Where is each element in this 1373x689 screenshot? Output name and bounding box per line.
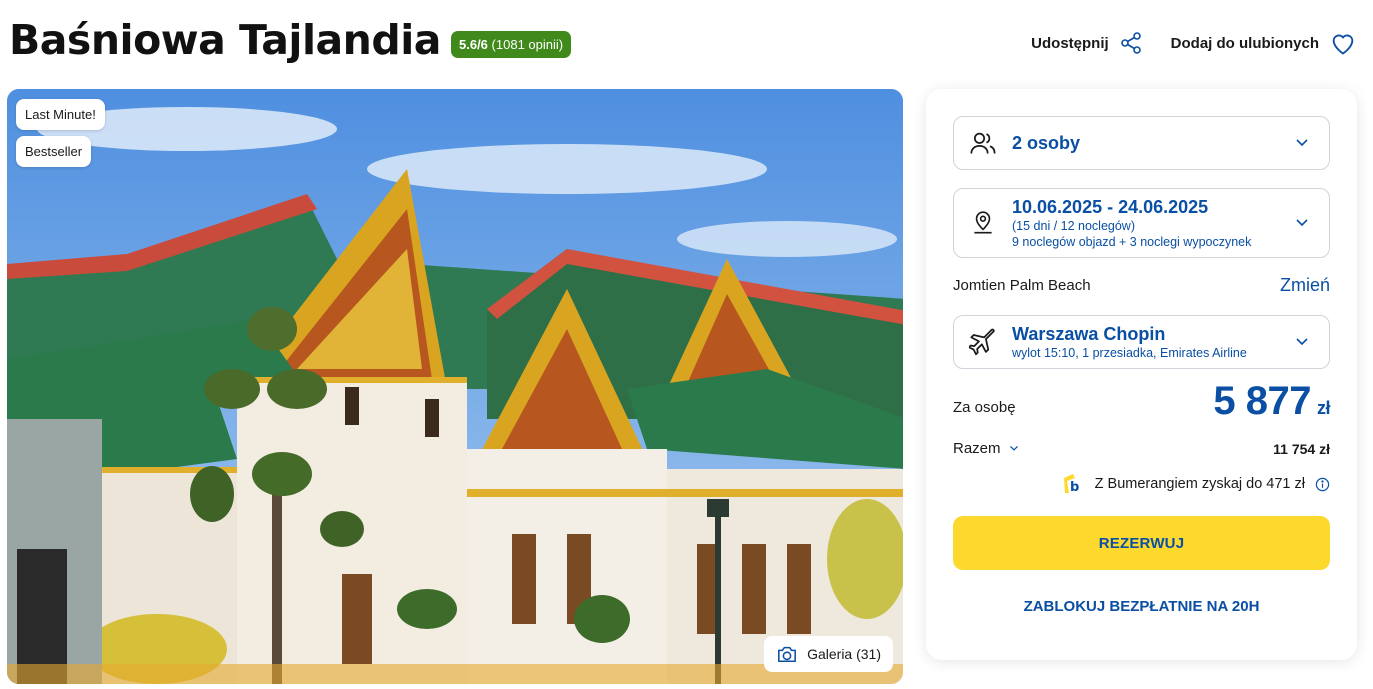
share-icon — [1120, 32, 1141, 54]
tag-last-minute: Last Minute! — [16, 99, 105, 130]
price-value: 5 877 — [1213, 379, 1311, 423]
share-button[interactable]: Udostępnij — [1031, 31, 1143, 55]
favorite-label: Dodaj do ulubionych — [1170, 34, 1319, 52]
bumerang-info: b Z Bumerangiem zyskaj do 471 zł — [1061, 472, 1330, 496]
page-title: Baśniowa Tajlandia — [9, 16, 441, 64]
header-actions: Udostępnij Dodaj do ulubionych — [1031, 30, 1357, 56]
price-currency: zł — [1316, 398, 1331, 418]
total-toggle[interactable]: Razem — [953, 440, 1019, 457]
heart-icon — [1332, 34, 1354, 55]
airport-value: Warszawa Chopin — [1012, 323, 1166, 344]
total-label: Razem — [953, 440, 1001, 457]
tag-bestseller: Bestseller — [16, 136, 92, 167]
info-icon[interactable] — [1315, 477, 1330, 492]
duration-text: (15 dni / 12 noclegów) — [1012, 218, 1135, 233]
chevron-down-icon — [1296, 338, 1308, 346]
persons-value: 2 osoby — [1012, 132, 1081, 153]
flight-detail-text: wylot 15:10, 1 przesiadka, Emirates Airl… — [1012, 345, 1247, 360]
chevron-down-icon — [1009, 445, 1018, 451]
price-per-person: 5 877 zł — [1213, 379, 1330, 424]
booking-panel: 2 osoby 10.06.2025 - 24.06.2025 (15 dni … — [926, 89, 1357, 660]
share-label: Udostępnij — [1031, 34, 1109, 52]
hotel-name: Jomtien Palm Beach — [953, 277, 1091, 294]
camera-icon — [778, 646, 797, 663]
bumerang-logo-icon: b — [1063, 474, 1079, 495]
rating-badge: 5.6/6 (1081 opinii) — [451, 31, 572, 58]
gallery-button[interactable]: Galeria (31) — [764, 636, 893, 672]
total-row: Razem 11 754 zł — [953, 440, 1330, 457]
plane-icon — [969, 328, 995, 356]
favorite-button[interactable]: Dodaj do ulubionych — [1171, 30, 1357, 56]
bumerang-text: Z Bumerangiem zyskaj do 471 zł — [1094, 476, 1305, 492]
reserve-button[interactable]: REZERWUJ — [953, 516, 1330, 570]
chevron-down-icon — [1296, 139, 1308, 147]
nights-detail-text: 9 noclegów objazd + 3 noclegi wypoczynek — [1012, 234, 1252, 249]
chevron-down-icon — [1296, 219, 1308, 227]
change-hotel-link[interactable]: Zmień — [1280, 275, 1330, 296]
gallery-label: Galeria (31) — [807, 646, 881, 662]
hero-photo[interactable]: Last Minute! Bestseller Galeria (31) — [7, 89, 903, 684]
block-free-button[interactable]: ZABLOKUJ BEZPŁATNIE NA 20H — [953, 589, 1330, 623]
departure-select[interactable]: Warszawa Chopin wylot 15:10, 1 przesiadk… — [953, 315, 1330, 369]
map-pin-icon — [974, 211, 992, 234]
temple-illustration — [7, 89, 903, 684]
dates-value: 10.06.2025 - 24.06.2025 — [1012, 196, 1209, 217]
persons-select[interactable]: 2 osoby — [953, 116, 1330, 170]
dates-select[interactable]: 10.06.2025 - 24.06.2025 (15 dni / 12 noc… — [953, 188, 1330, 258]
per-person-label: Za osobę — [953, 399, 1016, 416]
price-row: Za osobę 5 877 zł — [953, 379, 1331, 424]
total-value: 11 754 zł — [1273, 440, 1330, 457]
hotel-row: Jomtien Palm Beach Zmień — [953, 275, 1330, 296]
users-icon — [970, 132, 996, 154]
rating-count: (1081 opinii) — [491, 37, 564, 52]
svg-text:b: b — [1070, 480, 1079, 495]
rating-score: 5.6/6 — [459, 37, 488, 52]
